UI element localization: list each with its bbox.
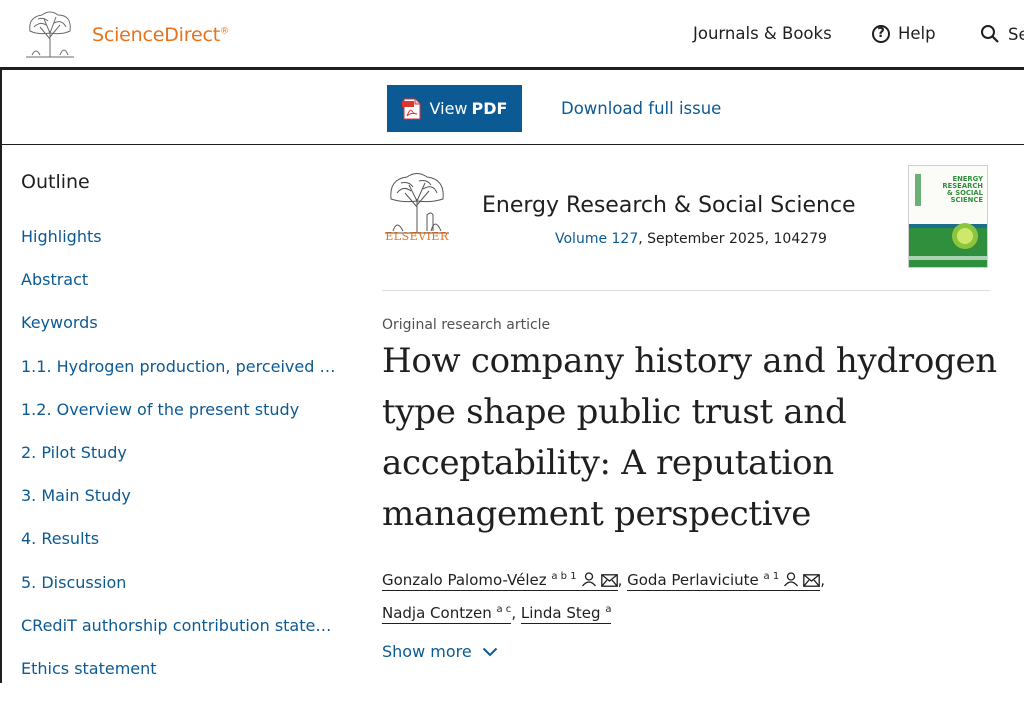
view-pdf-bold: PDF [471,99,508,118]
brand-mark: ® [219,26,229,37]
author-link[interactable]: Linda Steg a [520,604,612,624]
elsevier-wordmark: ELSEVIER [385,230,449,243]
outline-item-results[interactable]: 4. Results [21,528,336,571]
nav-help[interactable]: ? Help [872,24,936,43]
author-affiliation: a 1 [763,571,780,582]
outline-title: Outline [21,171,90,193]
brand-name: ScienceDirect [92,24,220,46]
author-affiliation: a b 1 [551,571,577,582]
author-name: Linda Steg [520,604,601,622]
issue-info: , September 2025, 104279 [638,231,827,247]
header-divider [382,290,990,291]
article-type-label: Original research article [382,317,551,333]
outline-list: Highlights Abstract Keywords 1.1. Hydrog… [21,226,341,701]
outline-item-pilot-study[interactable]: 2. Pilot Study [21,442,336,485]
outline-item-abstract[interactable]: Abstract [21,269,336,312]
outline-item-discussion[interactable]: 5. Discussion [21,572,336,615]
show-more-label: Show more [382,642,472,661]
author-affiliation: a [605,604,612,615]
outline-item-main-study[interactable]: 3. Main Study [21,485,336,528]
author-link[interactable]: Gonzalo Palomo-Vélez a b 1 [382,571,618,591]
outline-item-credit[interactable]: CRediT authorship contribution state… [21,615,336,658]
person-icon [784,572,799,587]
volume-link[interactable]: Volume 127 [555,231,638,247]
pdf-file-icon [401,98,421,119]
envelope-icon [600,574,618,587]
nav-help-label: Help [898,24,936,43]
show-more-button[interactable]: Show more [382,642,498,661]
nav-search-label: Se [1008,24,1024,44]
person-icon [581,572,596,587]
view-pdf-prefix: View [429,99,468,118]
view-pdf-button[interactable]: View PDF [387,85,522,132]
outline-item-highlights[interactable]: Highlights [21,226,336,269]
envelope-icon [803,574,821,587]
journal-cover-image[interactable]: ENERGY RESEARCH & SOCIAL SCIENCE [908,165,988,268]
journal-cover-art: ENERGY RESEARCH & SOCIAL SCIENCE [909,166,987,267]
elsevier-tree-logo-icon[interactable] [22,9,78,59]
author-name: Goda Perlaviciute [627,571,759,589]
article-toolbar: View PDF Download full issue [0,70,1024,145]
author-name: Gonzalo Palomo-Vélez [382,571,547,589]
nav-journals-books[interactable]: Journals & Books [693,24,832,43]
cover-line-4: SCIENCE [951,196,984,204]
page-left-border [0,70,2,683]
outline-item-hydrogen-production[interactable]: 1.1. Hydrogen production, perceived r… [21,356,336,399]
journal-title-link[interactable]: Energy Research & Social Science [482,193,856,218]
author-name: Nadja Contzen [382,604,492,622]
author-link[interactable]: Nadja Contzen a c [382,604,512,624]
question-mark-icon: ? [872,24,890,43]
site-header: ScienceDirect® Journals & Books ? Help S… [0,0,1024,70]
outline-item-keywords[interactable]: Keywords [21,312,336,355]
outline-item-ethics[interactable]: Ethics statement [21,658,336,701]
sciencedirect-brand[interactable]: ScienceDirect® [92,24,229,46]
author-affiliation: a c [496,604,512,615]
author-list: Gonzalo Palomo-Vélez a b 1, Goda Perlavi… [382,571,825,624]
author-link[interactable]: Goda Perlaviciute a 1 [627,571,821,591]
download-full-issue-link[interactable]: Download full issue [561,99,721,118]
outline-item-overview[interactable]: 1.2. Overview of the present study [21,399,336,442]
journal-meta: Volume 127, September 2025, 104279 [555,231,827,247]
article-title: How company history and hydrogen type sh… [382,341,997,534]
nav-search[interactable]: Se [980,24,1024,44]
search-icon [981,25,999,43]
chevron-down-icon [482,647,497,656]
nav-journals-label: Journals & Books [693,24,832,43]
